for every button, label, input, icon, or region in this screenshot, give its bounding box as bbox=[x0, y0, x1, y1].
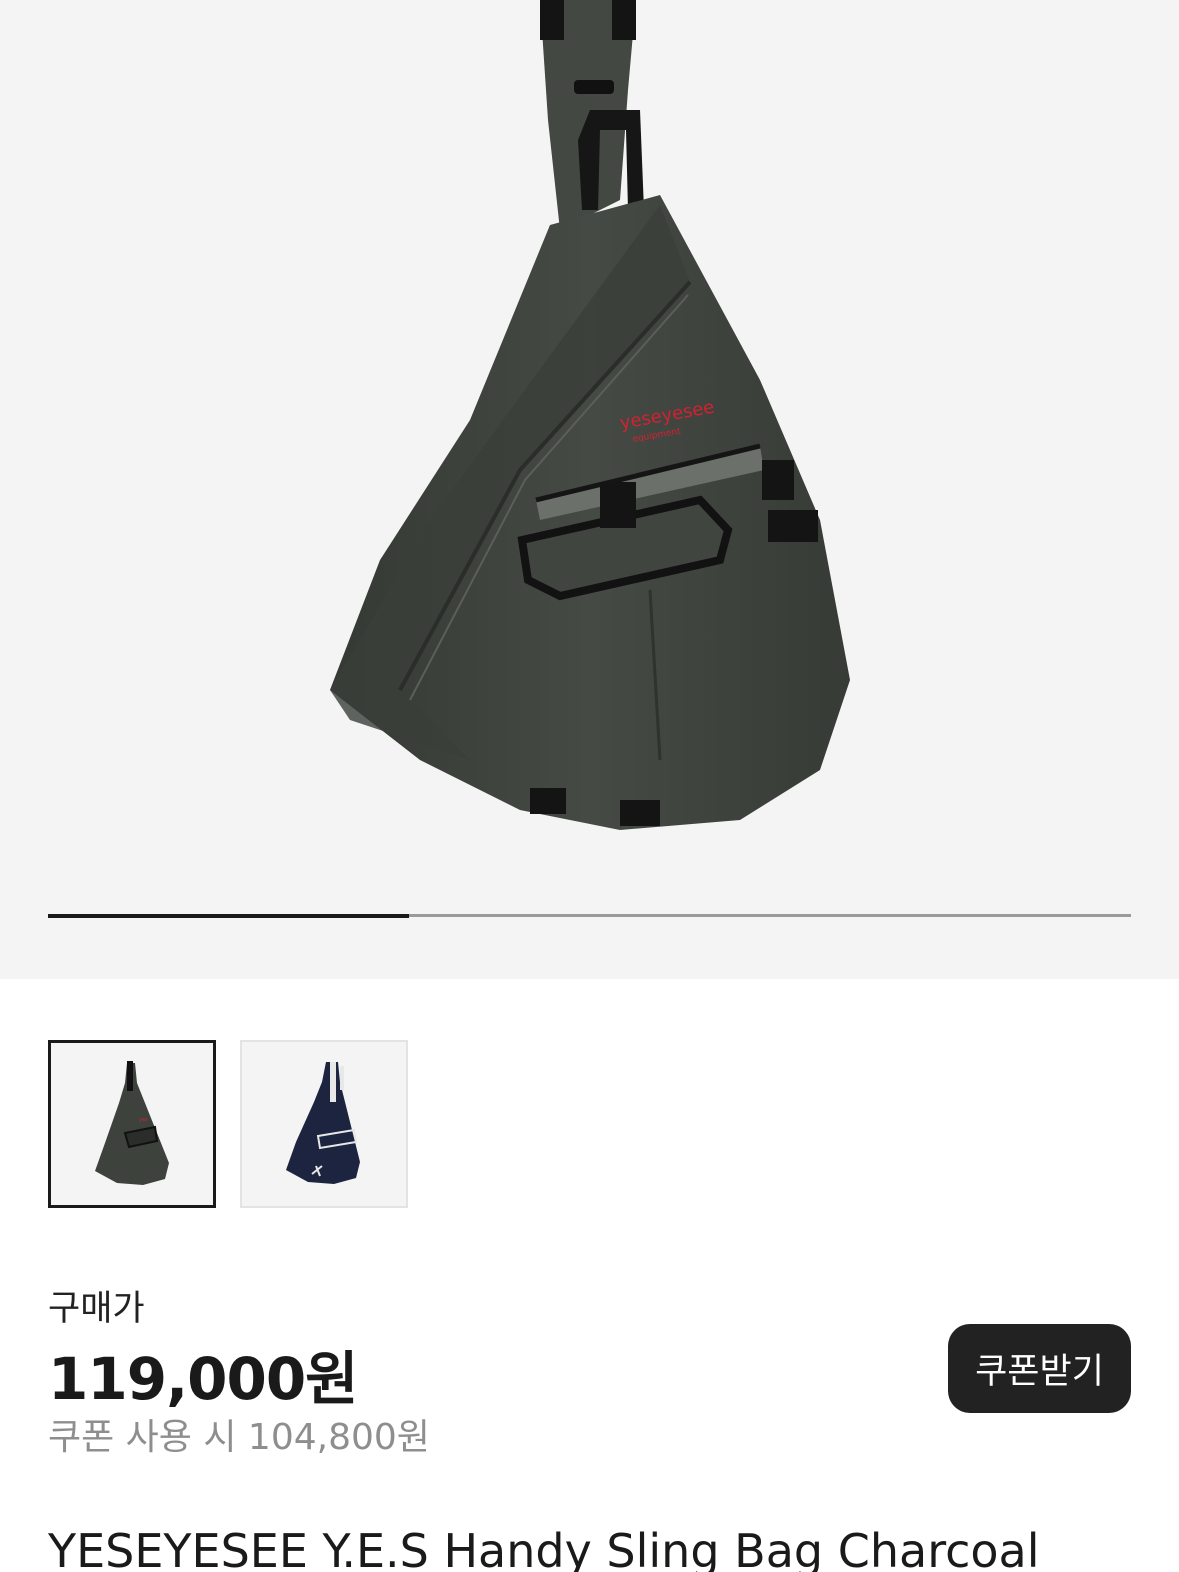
coupon-price: 쿠폰 사용 시 104,800원 bbox=[48, 1417, 430, 1458]
thumbnail-image-charcoal: yes bbox=[95, 1061, 169, 1185]
thumbnail-charcoal[interactable]: yes bbox=[48, 1040, 216, 1208]
thumbnail-image-navy bbox=[286, 1062, 360, 1184]
get-coupon-button[interactable]: 쿠폰받기 bbox=[948, 1324, 1131, 1413]
carousel-progress bbox=[48, 913, 1131, 918]
product-image-carousel[interactable]: yeseyesee equipment bbox=[0, 0, 1179, 979]
product-title: YESEYESEE Y.E.S Handy Sling Bag Charcoal bbox=[48, 1524, 1040, 1572]
product-price: 119,000원 bbox=[48, 1345, 359, 1413]
svg-text:yes: yes bbox=[139, 1117, 148, 1123]
thumbnail-navy[interactable] bbox=[240, 1040, 408, 1208]
product-image: yeseyesee equipment bbox=[330, 0, 850, 830]
carousel-progress-fill bbox=[48, 913, 409, 918]
price-label: 구매가 bbox=[48, 1289, 145, 1329]
